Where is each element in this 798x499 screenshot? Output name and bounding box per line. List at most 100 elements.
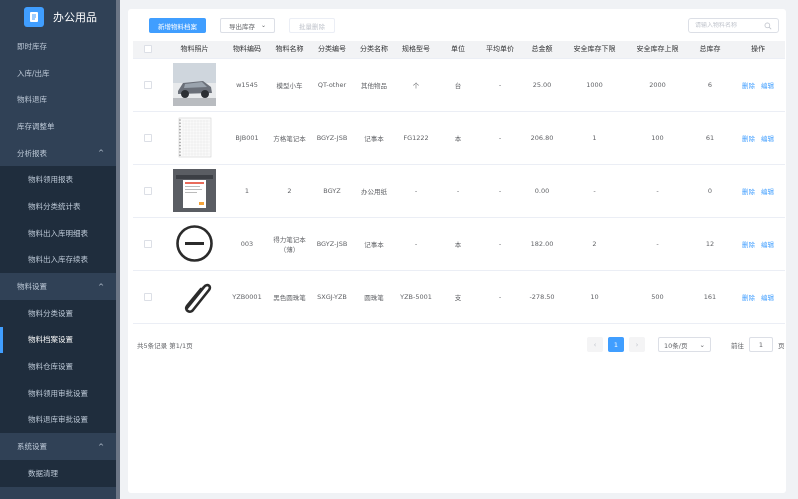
cell-cat-name: 记事本 <box>353 111 395 165</box>
sidebar-item[interactable]: 物料出入库存续表 <box>0 246 116 274</box>
row-select-cell <box>133 270 163 324</box>
cell-code: w1545 <box>226 58 268 112</box>
column-header: 物料名称 <box>268 41 311 59</box>
goto-page-input[interactable] <box>749 337 773 352</box>
export-stock-button[interactable]: 导出库存 ⌄ <box>220 18 276 33</box>
chevron-up-icon: ^ <box>98 442 104 451</box>
sidebar-item[interactable]: 入库/出库 <box>0 60 116 87</box>
column-header: 物料照片 <box>163 41 226 59</box>
cell-total: 206.80 <box>521 111 563 165</box>
sidebar: 办公用品 即时库存 入库/出库 物料退库 库存调整单 分析报表 ^ 物料领用报表 物料分类统计… <box>0 0 116 499</box>
sidebar-item-label: 分析报表 <box>17 148 47 158</box>
table-row: w1545 模型小车 QT-other 其他物品个台 -25.00 1000 2000 6 删除… <box>133 58 785 112</box>
item-photo[interactable] <box>173 169 216 212</box>
edit-button[interactable]: 编辑 <box>761 188 774 196</box>
search-icon[interactable] <box>764 22 772 30</box>
column-header: 分类名称 <box>353 41 395 59</box>
column-header: 总金额 <box>521 41 563 59</box>
delete-button[interactable]: 删除 <box>742 241 755 249</box>
cell-min: 2 <box>563 217 626 271</box>
sidebar-divider <box>116 0 120 499</box>
cell-avg-price: - <box>479 58 521 112</box>
item-photo[interactable] <box>173 116 216 159</box>
cell-max: 500 <box>626 270 689 324</box>
cell-stock: 61 <box>689 111 731 165</box>
sidebar-item[interactable]: 物料领用报表 <box>0 166 116 194</box>
cell-unit: 本 <box>437 111 479 165</box>
cell-cat-code: BGYZ <box>311 164 353 218</box>
sidebar-item[interactable]: 库存调整单 <box>0 113 116 140</box>
sidebar-item[interactable]: 物料退库审批设置 <box>0 406 116 434</box>
items-table: 物料照片 物料编码 物料名称 分类编号 分类名称 规格型号 单位 平均单价 总金额 安全库存下限安… <box>133 41 785 324</box>
select-all-checkbox[interactable] <box>144 45 152 54</box>
sidebar-item[interactable]: 分析报表 ^ <box>0 140 116 167</box>
sidebar-item[interactable]: 物料设置 ^ <box>0 273 116 300</box>
actions-cell: 删除 编辑 <box>731 217 785 271</box>
cell-spec: - <box>395 217 437 271</box>
sidebar-item[interactable]: 物料档案设置 <box>0 326 116 354</box>
sidebar-item[interactable]: 物料分类统计表 <box>0 193 116 220</box>
delete-button[interactable]: 删除 <box>742 188 755 196</box>
chevron-up-icon: ^ <box>98 282 104 291</box>
sidebar-item[interactable]: 系统设置 ^ <box>0 433 116 460</box>
cell-avg-price: - <box>479 270 521 324</box>
table-row: BJB001 方格笔记本 BGYZ-JSB 记事本 FG1222 本 -206.80 1 100… <box>133 111 785 165</box>
cell-spec: 个 <box>395 58 437 112</box>
item-photo[interactable] <box>173 275 216 318</box>
row-checkbox[interactable] <box>144 292 152 301</box>
cell-stock: 0 <box>689 164 731 218</box>
cell-unit: 支 <box>437 270 479 324</box>
row-checkbox[interactable] <box>144 133 152 142</box>
sidebar-item-label: 入库/出库 <box>17 68 50 78</box>
sidebar-item[interactable]: 数据清理 <box>0 460 116 487</box>
column-header: 操作 <box>731 41 785 59</box>
table-row: YZB0001 黑色圆珠笔 SXGJ-YZB 圆珠笔 YZB-5001 支 - -278.50… <box>133 270 785 324</box>
search-input[interactable] <box>695 22 764 29</box>
sidebar-item-label: 即时库存 <box>17 41 47 51</box>
page-size-value: 10条/页 <box>664 341 688 350</box>
pagination: ‹ 1 › 10条/页 ⌄ 前往 页 <box>587 337 785 352</box>
page-number-button[interactable]: 1 <box>608 337 624 352</box>
sidebar-item[interactable]: 物料分类设置 <box>0 299 116 327</box>
edit-button[interactable]: 编辑 <box>761 82 774 90</box>
item-photo[interactable] <box>173 63 216 106</box>
actions-cell: 删除 编辑 <box>731 111 785 165</box>
prev-page-button[interactable]: ‹ <box>587 337 603 352</box>
cell-cat-name: 记事本 <box>353 217 395 271</box>
edit-button[interactable]: 编辑 <box>761 241 774 249</box>
cell-cat-name: 圆珠笔 <box>353 270 395 324</box>
column-header: 平均单价 <box>479 41 521 59</box>
edit-button[interactable]: 编辑 <box>761 135 774 143</box>
delete-button[interactable]: 删除 <box>742 294 755 302</box>
cell-total: -278.50 <box>521 270 563 324</box>
sidebar-item-label: 物料出入库明细表 <box>28 228 88 238</box>
batch-delete-button[interactable]: 批量删除 <box>289 18 336 33</box>
row-checkbox[interactable] <box>144 239 152 248</box>
edit-button[interactable]: 编辑 <box>761 294 774 302</box>
content-card: 新增物料档案 导出库存 ⌄ 批量删除 物料照片物料编码物料名称分类编号分类名称规… <box>128 9 786 493</box>
sidebar-item[interactable]: 物料退库 <box>0 86 116 113</box>
sidebar-item-label: 物料档案设置 <box>28 335 73 345</box>
delete-button[interactable]: 删除 <box>742 82 755 90</box>
page-size-select[interactable]: 10条/页 ⌄ <box>658 337 711 352</box>
next-page-button[interactable]: › <box>629 337 645 352</box>
row-checkbox[interactable] <box>144 186 152 195</box>
sidebar-item[interactable]: 即时库存 <box>0 33 116 60</box>
sidebar-item[interactable]: 物料仓库设置 <box>0 353 116 380</box>
column-header: 单位 <box>437 41 479 59</box>
sidebar-item-label: 物料退库 <box>17 95 47 105</box>
delete-button[interactable]: 删除 <box>742 135 755 143</box>
sidebar-item[interactable]: 物料领用审批设置 <box>0 379 116 407</box>
photo-cell <box>163 111 226 165</box>
goto-suffix: 页 <box>778 341 785 350</box>
cell-stock: 12 <box>689 217 731 271</box>
row-select-cell <box>133 164 163 218</box>
row-checkbox[interactable] <box>144 80 152 89</box>
cell-cat-code: BGYZ-JSB <box>311 217 353 271</box>
cell-total: 182.00 <box>521 217 563 271</box>
chevron-down-icon: ⌄ <box>699 340 705 349</box>
cell-avg-price: - <box>479 111 521 165</box>
add-item-button[interactable]: 新增物料档案 <box>149 18 206 33</box>
item-photo[interactable] <box>173 222 216 265</box>
sidebar-item[interactable]: 物料出入库明细表 <box>0 219 116 247</box>
